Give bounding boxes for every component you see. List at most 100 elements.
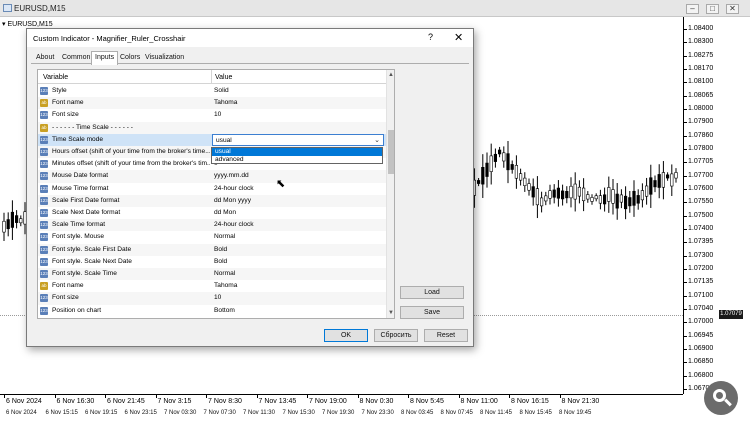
cancel-button[interactable]: Сбросить [374,329,418,342]
ok-button[interactable]: OK [324,329,368,342]
input-variable-name: Scale Next Date format [52,209,121,216]
grid-header: Variable Value [38,70,386,84]
input-row[interactable]: 123 Font style. Mouse Normal [38,231,386,243]
input-row[interactable]: 123 Mouse Time format 24-hour clock [38,183,386,195]
time-label: 7 Nov 19:00 [309,398,347,405]
time-tick [206,395,207,398]
candle-body [565,191,569,199]
magnifier-icon[interactable] [704,381,738,415]
input-value[interactable]: 24-hour clock [214,221,254,228]
input-variable-name: Position on chart [52,306,102,314]
input-row[interactable]: 123 Scale Next Date format dd Mon [38,207,386,219]
input-row[interactable]: ab Font name Tahoma [38,280,386,292]
price-tick [684,229,687,230]
input-row[interactable]: 123 Font style. Scale First Date Bold [38,243,386,256]
input-value[interactable]: Bottom [214,307,235,314]
dropdown-option-usual[interactable]: usual [212,148,382,156]
candle-body [493,153,498,162]
input-value[interactable]: Normal [214,233,235,240]
input-value[interactable]: Normal [214,270,235,277]
input-variable-name: Mouse Date format [52,172,109,180]
numeric-type-icon: 123 [40,160,48,169]
numeric-type-icon: 123 [40,306,48,315]
scroll-down-icon[interactable]: ▼ [388,310,394,316]
candle-body [560,190,565,200]
dialog-close-button[interactable]: ✕ [454,31,463,44]
dropdown-option-advanced[interactable]: advanced [212,156,382,164]
numeric-type-icon: 123 [40,135,48,144]
input-value[interactable]: Solid [214,87,229,94]
input-value[interactable]: Bold [214,246,227,253]
input-row[interactable]: 123 Time Scale mode usual ⌄ [38,133,386,146]
input-row[interactable]: 123 Font size 10 [38,292,386,305]
close-chart-button[interactable]: ✕ [726,4,739,14]
grid-scrollbar[interactable]: ▲ ▼ [386,70,394,318]
load-button[interactable]: Load [400,286,464,299]
input-value[interactable]: Tahoma [214,99,237,106]
time-tick [408,395,409,398]
minimize-button[interactable]: – [686,4,699,14]
column-variable[interactable]: Variable [43,74,68,81]
inputs-grid: Variable Value 123 Style Solid ab Font name T… [37,69,395,319]
price-tick [684,175,687,177]
scroll-up-icon[interactable]: ▲ [388,72,394,78]
input-row[interactable]: ab - - - - - - Time Scale - - - - - - [38,121,386,134]
candle-body [594,195,598,200]
time-sub-label: 7 Nov 07:30 [203,410,236,416]
input-value[interactable]: 10 [214,111,221,118]
price-label: 1.07395 [688,238,714,246]
input-row[interactable]: 123 Font size 10 [38,109,386,121]
maximize-button[interactable]: □ [706,4,719,14]
column-value[interactable]: Value [215,74,232,81]
input-value[interactable]: yyyy.mm.dd [214,172,249,179]
scroll-thumb[interactable] [388,130,394,174]
input-value[interactable]: Tahoma [214,282,237,289]
time-sub-label: 6 Nov 23:15 [124,410,157,416]
input-row[interactable]: 123 Scale First Date format dd Mon yyyy [38,194,386,207]
price-label: 1.07300 [688,251,714,259]
help-button[interactable]: ? [428,32,433,42]
save-button[interactable]: Save [400,306,464,319]
candle-body [653,180,657,188]
chevron-down-icon[interactable]: ⌄ [374,136,380,144]
price-tick [684,362,687,364]
price-label: 1.07860 [688,131,714,139]
candle-body [670,173,674,187]
dialog-titlebar: Custom Indicator - Magnifier_Ruler_Cross… [27,29,473,47]
input-value[interactable]: 10 [214,294,221,301]
input-value[interactable]: dd Mon [214,209,236,216]
price-tick [684,29,687,30]
input-row[interactable]: 123 Style Solid [38,85,386,97]
time-scale-mode-dropdown[interactable]: usual advanced [211,147,383,164]
tab-colors[interactable]: Colors [120,54,140,61]
price-tick [684,389,687,390]
input-row[interactable]: 123 Font style. Scale Next Date Bold [38,256,386,268]
input-row[interactable]: 123 Mouse Date format yyyy.mm.dd [38,170,386,183]
input-variable-name: Scale Time format [52,221,106,229]
price-tick [684,215,687,217]
tab-inputs[interactable]: Inputs [91,51,119,65]
input-value[interactable]: Bold [214,258,227,265]
time-label: 6 Nov 21:45 [107,398,145,405]
input-value[interactable]: 24-hour clock [214,185,254,192]
candle-body [6,219,10,230]
input-row[interactable]: 123 Font style. Scale Time Normal [38,268,386,281]
time-sub-label: 7 Nov 03:30 [164,410,197,416]
time-scale-mode-select[interactable]: usual ⌄ [212,133,384,146]
time-sub-label: 8 Nov 15:45 [519,410,552,416]
reset-button[interactable]: Reset [424,329,468,342]
candle-body [531,186,535,198]
time-label: 6 Nov 2024 [6,398,42,405]
numeric-type-icon: 123 [40,209,48,217]
tab-visualization[interactable]: Visualization [145,54,184,61]
tab-about[interactable]: About [36,54,54,61]
input-row[interactable]: 123 Scale Time format 24-hour clock [38,219,386,232]
candle-body [573,183,577,200]
numeric-type-icon: 123 [40,172,48,181]
input-value[interactable]: dd Mon yyyy [214,197,251,204]
input-row[interactable]: 123 Position on chart Bottom [38,305,386,317]
tab-common[interactable]: Common [62,54,90,61]
price-label: 1.08170 [688,65,714,72]
input-row[interactable]: ab Font name Tahoma [38,97,386,110]
price-label: 1.06900 [688,345,714,352]
